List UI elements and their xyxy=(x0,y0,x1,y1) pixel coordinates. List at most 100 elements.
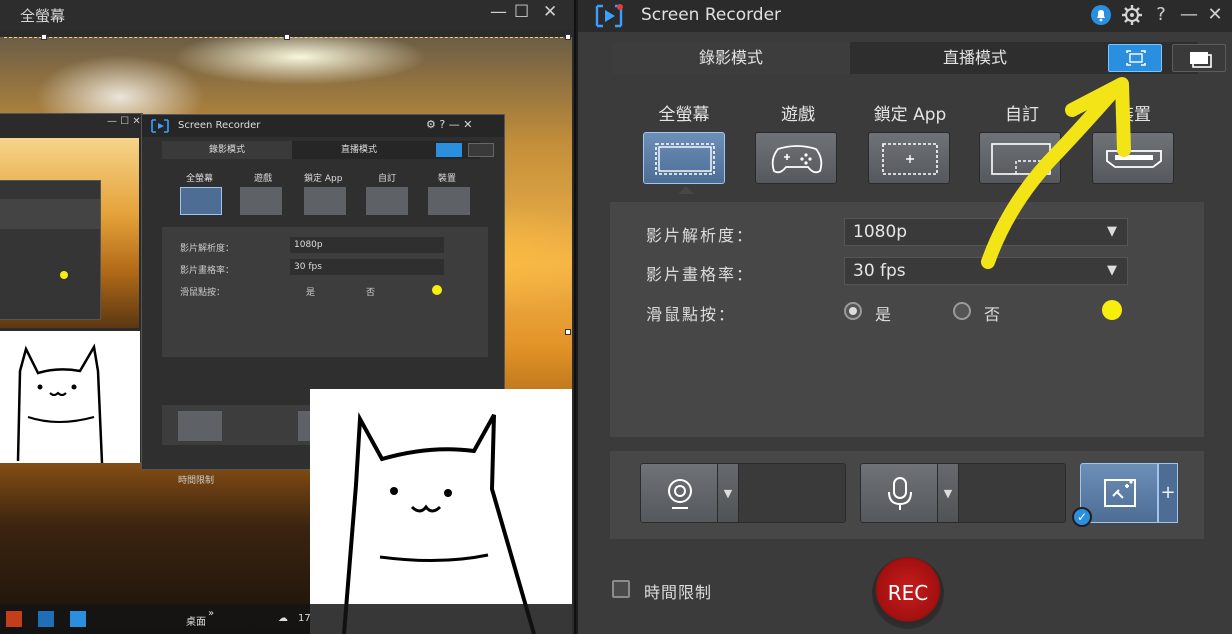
gear-icon xyxy=(1122,5,1142,25)
framerate-dropdown[interactable]: 30 fps ▼ xyxy=(844,257,1128,285)
add-effect-button[interactable]: + xyxy=(1158,463,1178,523)
microphone-options-dropdown[interactable]: ▼ xyxy=(938,463,958,523)
nested-view-compact-button[interactable] xyxy=(468,143,494,157)
compact-mode-view-button[interactable] xyxy=(1172,44,1226,72)
mode-lock-app-button[interactable] xyxy=(868,132,950,184)
nested-mode-fullscreen[interactable] xyxy=(180,187,222,215)
preview-titlebar: 全螢幕 — ☐ ✕ xyxy=(0,0,574,30)
nested-tab-live[interactable]: 直播模式 xyxy=(294,141,424,159)
screen-preview-image: — ☐ ✕ Screen Recorder ⚙ ? — ✕ 錄影模式 直播模式 … xyxy=(0,34,572,634)
click-highlight-color-swatch[interactable] xyxy=(1102,300,1122,320)
preview-maximize-button[interactable]: ☐ xyxy=(514,2,529,22)
mode-fullscreen-button[interactable] xyxy=(643,132,725,184)
webcam-button[interactable] xyxy=(640,463,718,523)
gamepad-icon xyxy=(771,145,823,174)
selected-mode-caret xyxy=(678,186,694,194)
tab-live-mode[interactable]: 直播模式 xyxy=(852,42,1098,74)
weather-icon: ☁ xyxy=(278,613,288,624)
resize-handle[interactable] xyxy=(565,329,571,335)
nested-mouse-no[interactable]: 否 xyxy=(366,285,375,298)
mode-label-app: 鎖定 App xyxy=(873,105,947,125)
close-button[interactable]: ✕ xyxy=(1204,4,1226,28)
nested-recorder-title: Screen Recorder xyxy=(178,120,261,131)
nested-mode-label: 全螢幕 xyxy=(186,174,214,184)
chevron-down-icon: ▼ xyxy=(1107,263,1117,278)
time-limit-label[interactable]: 時間限制 xyxy=(644,579,712,603)
nested-window-controls: — ☐ ✕ xyxy=(107,116,141,127)
mode-game-button[interactable] xyxy=(755,132,837,184)
app-logo-icon xyxy=(595,4,623,28)
mouse-click-no-radio[interactable] xyxy=(953,302,971,320)
help-button[interactable]: ? xyxy=(1150,4,1172,28)
nested-mode-app[interactable] xyxy=(304,187,346,215)
resize-handle[interactable] xyxy=(41,34,47,40)
minimize-button[interactable]: — xyxy=(1178,4,1200,28)
preview-minimize-button[interactable]: — xyxy=(490,2,507,22)
microphone-device-slot xyxy=(958,463,1066,523)
mouse-click-no-label[interactable]: 否 xyxy=(984,301,1000,325)
mouse-click-yes-label[interactable]: 是 xyxy=(875,301,891,325)
nested-mouse-yes[interactable]: 是 xyxy=(306,285,315,298)
framerate-value: 30 fps xyxy=(853,261,906,281)
settings-button[interactable] xyxy=(1121,4,1143,28)
nested-deep-toolbar xyxy=(0,199,100,229)
mode-label-game: 遊戲 xyxy=(781,105,815,125)
time-limit-checkbox[interactable] xyxy=(612,580,630,598)
nested-mode-device[interactable] xyxy=(428,187,470,215)
app-logo-icon xyxy=(151,119,169,133)
nested-resolution-value: 1080p xyxy=(294,240,323,250)
preview-title: 全螢幕 xyxy=(20,7,66,25)
nested-window-deep xyxy=(0,180,101,320)
cat-drawing-small xyxy=(0,331,140,463)
nested-mode-custom[interactable] xyxy=(366,187,408,215)
microphone-button[interactable] xyxy=(860,463,938,523)
nested-resolution-label: 影片解析度： xyxy=(180,244,235,254)
nested-framerate-value: 30 fps xyxy=(294,262,322,272)
taskbar-desktop-label[interactable]: 桌面 xyxy=(186,613,206,628)
resolution-label: 影片解析度： xyxy=(646,226,755,245)
nested-framerate-dropdown[interactable]: 30 fps xyxy=(290,259,444,275)
microphone-icon xyxy=(888,477,912,510)
record-button[interactable]: REC xyxy=(872,557,944,629)
recorder-taskbar-icon-2[interactable] xyxy=(70,611,86,627)
recorder-titlebar: Screen Recorder ? — ✕ xyxy=(578,0,1232,32)
resolution-dropdown[interactable]: 1080p ▼ xyxy=(844,218,1128,246)
nested-tab-bar: 錄影模式 直播模式 xyxy=(162,141,480,159)
app-title: Screen Recorder xyxy=(641,5,782,25)
fullscreen-view-icon xyxy=(1126,50,1146,66)
nested-mode-game[interactable] xyxy=(240,187,282,215)
bell-icon xyxy=(1091,5,1111,25)
mouse-click-yes-radio[interactable] xyxy=(844,302,862,320)
webcam-options-dropdown[interactable]: ▼ xyxy=(718,463,738,523)
recorder-taskbar-icon[interactable] xyxy=(38,611,54,627)
preview-close-button[interactable]: ✕ xyxy=(543,2,557,22)
nested-settings-panel: 影片解析度： 1080p 影片畫格率： 30 fps 滑鼠點按： 是 否 xyxy=(162,227,488,357)
resize-handle[interactable] xyxy=(565,34,571,40)
window-view-icon xyxy=(1190,52,1212,68)
nested-webcam-button[interactable] xyxy=(178,411,222,441)
nested-mode-label: 自訂 xyxy=(378,174,397,184)
fullscreen-icon xyxy=(655,143,715,175)
fullscreen-preview-window: 全螢幕 — ☐ ✕ — ☐ ✕ Screen Recorder ⚙ ? — ✕ … xyxy=(0,0,576,634)
effects-icon xyxy=(1104,479,1136,507)
nested-recorder-titlebar: Screen Recorder ⚙ ? — ✕ xyxy=(142,115,504,137)
resolution-value: 1080p xyxy=(853,222,908,242)
tab-record-mode[interactable]: 錄影模式 xyxy=(612,42,850,74)
nested-recorder-controls: ⚙ ? — ✕ xyxy=(426,118,473,131)
effect-enabled-check-icon: ✓ xyxy=(1072,507,1092,527)
nested-tab-record[interactable]: 錄影模式 xyxy=(162,141,292,159)
nested-view-full-button[interactable] xyxy=(436,143,462,157)
full-mode-view-button[interactable] xyxy=(1108,44,1162,72)
nested-resolution-dropdown[interactable]: 1080p xyxy=(290,237,444,253)
notification-button[interactable] xyxy=(1090,4,1112,28)
mode-custom-button[interactable] xyxy=(979,132,1061,184)
cat-drawing-large xyxy=(310,389,572,634)
nested-time-limit[interactable]: 時間限制 xyxy=(178,473,214,486)
taskbar-chevron[interactable]: » xyxy=(208,608,214,619)
nested-mouse-label: 滑鼠點按： xyxy=(180,288,226,298)
powerpoint-icon[interactable] xyxy=(6,611,22,627)
webcam-device-slot xyxy=(738,463,846,523)
mode-device-button[interactable] xyxy=(1092,132,1174,184)
resize-handle[interactable] xyxy=(284,34,290,40)
nested-cursor-color xyxy=(432,285,442,295)
